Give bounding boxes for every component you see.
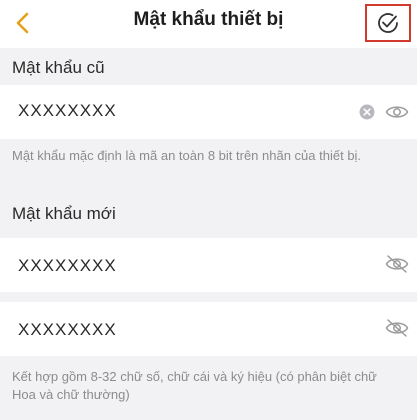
old-password-field[interactable]: XXXXXXXX [0, 85, 417, 139]
confirm-button[interactable] [365, 4, 411, 42]
eye-off-icon[interactable] [384, 316, 410, 340]
clear-icon[interactable] [358, 103, 376, 121]
new-password-input[interactable]: XXXXXXXX [18, 256, 117, 276]
confirm-password-field[interactable]: XXXXXXXX [0, 302, 417, 356]
page-title: Mật khẩu thiết bị [133, 9, 284, 30]
old-password-hint: Mật khẩu mặc định là mã an toàn 8 bit tr… [12, 148, 362, 163]
new-password-label: Mật khẩu mới [12, 204, 116, 223]
eye-icon[interactable] [384, 100, 410, 124]
old-password-input[interactable]: XXXXXXXX [18, 101, 117, 121]
new-password-hint: Kết hợp gồm 8-32 chữ số, chữ cái và ký h… [12, 369, 377, 402]
back-chevron-icon[interactable] [8, 8, 38, 38]
old-password-label: Mật khẩu cũ [12, 58, 105, 77]
new-password-field[interactable]: XXXXXXXX [0, 238, 417, 292]
check-circle-icon [375, 10, 401, 36]
confirm-password-input[interactable]: XXXXXXXX [18, 320, 117, 340]
nav-bar: Mật khẩu thiết bị [0, 0, 417, 48]
eye-off-icon[interactable] [384, 252, 410, 276]
